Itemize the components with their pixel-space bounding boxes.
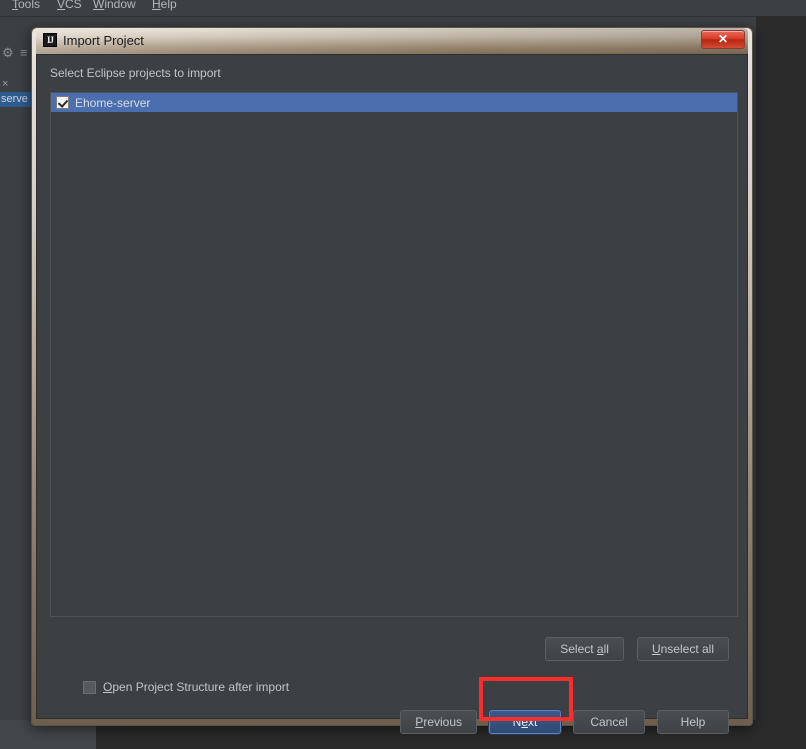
ide-menu-bar: Tools VCS Window Help <box>0 0 806 17</box>
import-project-dialog: IJ Import Project ✕ Select Eclipse proje… <box>31 27 753 734</box>
tree-selected-node[interactable]: serve <box>0 92 34 107</box>
open-project-structure-checkbox-row[interactable]: Open Project Structure after import <box>83 680 289 694</box>
project-list[interactable]: Ehome-server <box>50 92 738 617</box>
ide-editor-area <box>756 16 806 720</box>
next-button[interactable]: Next <box>489 710 561 734</box>
list-item[interactable]: Ehome-server <box>51 93 737 112</box>
dialog-content: Select Eclipse projects to import Ehome-… <box>36 54 748 734</box>
settings-gear-icon[interactable]: ⚙ <box>2 46 14 59</box>
menu-item-window[interactable]: Window <box>93 0 136 11</box>
menu-item-help[interactable]: Help <box>152 0 177 11</box>
dialog-title-bar[interactable]: IJ Import Project ✕ <box>36 28 748 54</box>
help-button[interactable]: Help <box>657 710 729 734</box>
collapse-all-icon[interactable]: ≡ <box>20 46 28 59</box>
unselect-all-button[interactable]: Unselect all <box>636 637 729 661</box>
previous-button[interactable]: Previous <box>400 710 477 734</box>
project-checkbox[interactable] <box>56 96 69 109</box>
project-label: Ehome-server <box>75 95 151 110</box>
open-project-structure-label: Open Project Structure after import <box>103 680 290 694</box>
intellij-idea-icon: IJ <box>43 33 57 47</box>
open-project-structure-checkbox[interactable] <box>83 680 96 694</box>
navigation-button-group: Previous Next Cancel Help <box>400 710 729 734</box>
selection-button-group: Select all Unselect all <box>545 637 729 661</box>
tree-collapse-marker: × <box>2 78 9 90</box>
close-icon[interactable]: ✕ <box>701 30 745 49</box>
cancel-button[interactable]: Cancel <box>573 710 645 734</box>
dialog-title: Import Project <box>63 33 144 48</box>
menu-item-vcs[interactable]: VCS <box>57 0 82 11</box>
section-label: Select Eclipse projects to import <box>50 66 221 80</box>
select-all-button[interactable]: Select all <box>545 637 624 661</box>
menu-item-tools[interactable]: Tools <box>12 0 40 11</box>
